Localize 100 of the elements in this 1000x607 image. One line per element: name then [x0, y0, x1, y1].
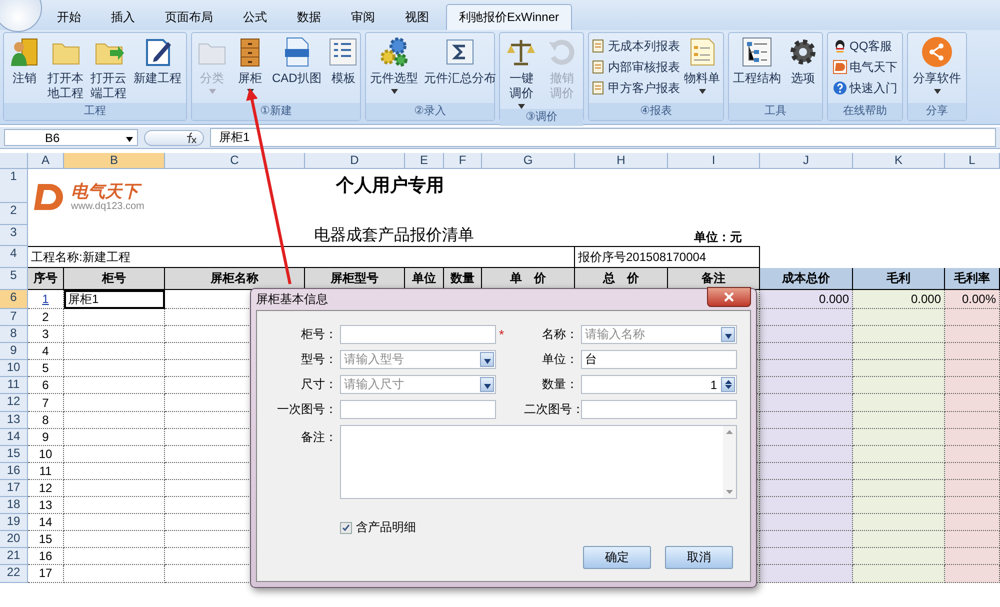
row-header[interactable]: 12	[0, 394, 28, 412]
ribbon-button[interactable]: 无成本列报表	[591, 36, 680, 56]
table-cell: 2	[28, 309, 64, 326]
dropdown-button[interactable]	[480, 352, 494, 367]
ribbon-button[interactable]: 选项	[785, 36, 821, 86]
row-header[interactable]: 1	[0, 169, 28, 203]
input-field[interactable]	[340, 400, 496, 419]
ribbon-button[interactable]: CAD扒图	[270, 36, 324, 86]
table-cell: 9	[28, 428, 64, 446]
ribbon-button[interactable]: 打开本地工程	[46, 36, 86, 101]
ribbon-tab[interactable]: 插入	[98, 4, 148, 30]
group-label: 工具	[729, 103, 822, 120]
ribbon-button[interactable]: 屏柜	[232, 36, 268, 94]
table-cell	[945, 360, 1000, 378]
table-cell: 3	[28, 326, 64, 344]
table-cell	[945, 462, 1000, 480]
row-header[interactable]: 11	[0, 377, 28, 394]
column-header[interactable]: H	[575, 153, 668, 169]
dropdown-button[interactable]	[721, 327, 735, 342]
column-header[interactable]: E	[405, 153, 444, 169]
ribbon-button[interactable]: 工程结构	[731, 36, 783, 86]
row-header[interactable]: 13	[0, 412, 28, 429]
row-header[interactable]: 8	[0, 326, 28, 344]
table-cell	[945, 497, 1000, 514]
row-header[interactable]: 5	[0, 268, 28, 290]
row-header[interactable]: 6	[0, 290, 28, 309]
combo-box[interactable]: 请输入型号	[340, 350, 496, 369]
input-field[interactable]	[581, 400, 737, 419]
checkbox[interactable]	[340, 522, 352, 534]
scrollbar[interactable]	[723, 426, 736, 498]
column-header[interactable]: I	[668, 153, 760, 169]
row-header[interactable]: 19	[0, 514, 28, 532]
input-field[interactable]: 台	[581, 350, 737, 369]
function-button[interactable]	[144, 130, 204, 146]
active-cell[interactable]: 屏柜1	[64, 290, 165, 309]
row-header[interactable]: 20	[0, 531, 28, 548]
ribbon-tab[interactable]: 视图	[392, 4, 442, 30]
ribbon-tab[interactable]: 公式	[230, 4, 280, 30]
name-box[interactable]: B6	[4, 129, 138, 146]
row-header[interactable]: 16	[0, 462, 28, 480]
row-header[interactable]: 17	[0, 480, 28, 498]
row-header[interactable]: 22	[0, 565, 28, 582]
ribbon-button[interactable]: 内部审核报表	[591, 57, 680, 77]
row-header[interactable]: 14	[0, 428, 28, 446]
combo-box[interactable]: 请输入尺寸	[340, 375, 496, 394]
column-header[interactable]: J	[760, 153, 853, 169]
combo-box[interactable]: 请输入名称	[581, 325, 737, 344]
column-header[interactable]: F	[444, 153, 482, 169]
row-header[interactable]: 10	[0, 360, 28, 378]
dialog-button[interactable]: 取消	[665, 546, 733, 569]
column-header[interactable]: C	[165, 153, 305, 169]
ribbon-button[interactable]: 新建工程	[132, 36, 184, 86]
table-cell: 17	[28, 565, 64, 582]
ribbon-button[interactable]: 电气天下	[832, 57, 898, 77]
ribbon-button[interactable]: 一键调价	[503, 36, 540, 109]
close-button[interactable]	[707, 286, 751, 306]
dropdown-button[interactable]	[480, 377, 494, 392]
ribbon-button[interactable]: 打开云端工程	[88, 36, 128, 101]
row-link[interactable]: 1	[28, 290, 64, 309]
row-header[interactable]: 4	[0, 246, 28, 268]
field-label: 二次图号：	[524, 401, 578, 418]
ribbon-button[interactable]: 甲方客户报表	[591, 78, 680, 98]
ribbon-tab[interactable]: 数据	[284, 4, 334, 30]
ribbon-button[interactable]: 模板	[325, 36, 362, 86]
column-header[interactable]: K	[853, 153, 945, 169]
row-header[interactable]: 2	[0, 203, 28, 225]
column-header[interactable]: L	[945, 153, 1000, 169]
ribbon-button[interactable]: 物料单	[682, 36, 722, 94]
column-header[interactable]: A	[28, 153, 64, 169]
table-cell: 7	[28, 394, 64, 412]
column-header[interactable]: D	[305, 153, 405, 169]
ribbon-tab[interactable]: 开始	[44, 4, 94, 30]
ribbon-button[interactable]: 快速入门	[832, 78, 898, 98]
spin-button[interactable]	[721, 377, 735, 392]
ribbon-button[interactable]: 注销	[6, 36, 42, 86]
dialog-button[interactable]: 确定	[583, 546, 651, 569]
ribbon-button[interactable]: 元件汇总分布	[422, 36, 498, 86]
table-cell	[945, 514, 1000, 532]
ribbon-button[interactable]: 元件选型	[368, 36, 420, 94]
row-header[interactable]: 21	[0, 548, 28, 566]
column-heading: 毛利率	[945, 268, 1000, 290]
column-heading: 数量	[444, 268, 482, 290]
row-header[interactable]: 15	[0, 446, 28, 463]
column-header[interactable]: G	[482, 153, 575, 169]
column-header[interactable]: B	[64, 153, 165, 169]
number-field[interactable]: 1	[581, 375, 737, 394]
input-field[interactable]	[340, 325, 496, 344]
row-header[interactable]: 3	[0, 225, 28, 246]
ribbon-button[interactable]: 分享软件	[911, 36, 963, 94]
field-label: 数量：	[541, 376, 578, 393]
row-header[interactable]: 9	[0, 343, 28, 360]
ribbon-tab[interactable]: 页面布局	[152, 4, 226, 30]
ribbon-tab[interactable]: 利驰报价ExWinner	[446, 4, 572, 30]
notes-field[interactable]	[340, 425, 737, 499]
row-header[interactable]: 18	[0, 497, 28, 514]
formula-input[interactable]: 屏柜1	[210, 128, 996, 147]
ribbon-tab[interactable]: 审阅	[338, 4, 388, 30]
group-label: 分享	[908, 103, 966, 120]
row-header[interactable]: 7	[0, 309, 28, 326]
ribbon-button[interactable]: QQ客服	[832, 36, 898, 56]
